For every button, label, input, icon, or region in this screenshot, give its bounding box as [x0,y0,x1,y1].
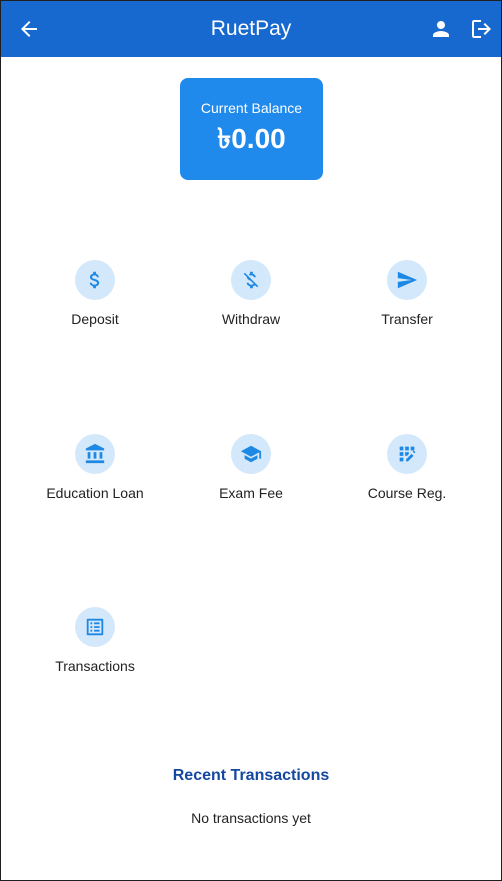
app-title: RuetPay [210,17,292,40]
graduation-cap-icon [240,445,262,463]
action-label: Withdraw [221,311,281,327]
action-icon-bg [75,260,115,300]
recent-transactions-title: Recent Transactions [172,767,330,784]
action-label: Transfer [381,311,433,327]
app-window: RuetPay Current Balance ৳0.00 Deposit Wi… [0,0,502,881]
action-icon-bg [75,434,115,474]
action-icon-bg [387,434,427,474]
bank-icon [85,443,105,464]
balance-label: Current Balance [200,100,303,116]
action-transfer[interactable]: Transfer [329,260,485,340]
action-label: Transactions [55,658,135,674]
action-education-loan[interactable]: Education Loan [17,434,173,514]
action-icon-bg [231,434,271,474]
money-off-icon [243,271,259,289]
action-icon-bg [387,260,427,300]
action-label: Exam Fee [219,485,283,501]
person-icon[interactable] [429,17,453,41]
app-bar: RuetPay [1,1,501,57]
action-course-reg[interactable]: Course Reg. [329,434,485,514]
action-withdraw[interactable]: Withdraw [173,260,329,340]
no-transactions-text: No transactions yet [191,810,311,826]
balance-card: Current Balance ৳0.00 [180,78,323,180]
action-label: Course Reg. [367,485,447,501]
action-label: Deposit [71,311,119,327]
list-alt-icon [86,618,104,636]
app-registration-icon [399,446,416,462]
action-exam-fee[interactable]: Exam Fee [173,434,329,514]
send-icon [397,271,418,289]
action-icon-bg [75,607,115,647]
action-icon-bg [231,260,271,300]
logout-icon[interactable] [469,17,493,41]
balance-amount: ৳0.00 [217,123,286,154]
action-label: Education Loan [46,485,144,501]
dollar-icon [89,271,100,289]
action-transactions[interactable]: Transactions [17,607,173,687]
action-deposit[interactable]: Deposit [17,260,173,340]
